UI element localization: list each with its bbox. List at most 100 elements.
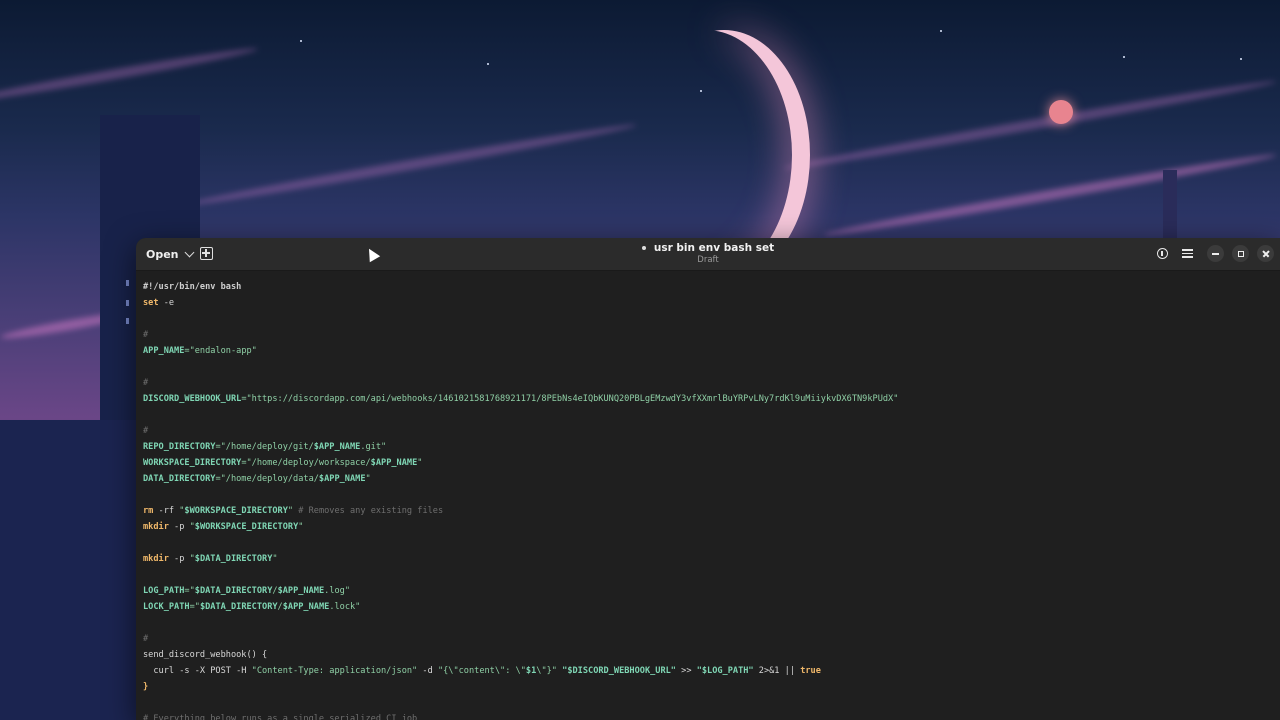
star	[700, 90, 702, 92]
code-token: ="endalon-app"	[184, 346, 257, 356]
minimize-button[interactable]	[1207, 245, 1224, 262]
code-line: curl -s -X POST -H "Content-Type: applic…	[143, 663, 1280, 679]
maximize-button[interactable]	[1232, 245, 1249, 262]
text-editor-window: Open usr bin env bash set Draft #!/usr/b…	[136, 238, 1280, 720]
code-token: LOG_PATH	[143, 586, 185, 596]
code-line: set -e	[143, 295, 1280, 311]
code-token: ="/home/deploy/data/	[215, 474, 319, 484]
code-token: $APP_NAME	[370, 458, 418, 468]
info-icon[interactable]	[1157, 248, 1168, 259]
code-token: "$DISCORD_WEBHOOK_URL"	[562, 666, 676, 676]
hamburger-menu-icon[interactable]	[1182, 249, 1193, 258]
building-light	[126, 280, 129, 286]
code-token: ="https://discordapp.com/api/webhooks/14…	[241, 394, 899, 404]
code-token: -p	[168, 554, 190, 564]
window-title-block: usr bin env bash set Draft	[136, 242, 1280, 265]
star	[1240, 58, 1242, 60]
code-token: ="/home/deploy/git/	[215, 442, 314, 452]
code-line: mkdir -p "$DATA_DIRECTORY"	[143, 551, 1280, 567]
code-token: .lock"	[329, 602, 361, 612]
code-token: $APP_NAME	[277, 586, 325, 596]
code-token: WORKSPACE_DIRECTORY	[143, 458, 242, 468]
code-line: send_discord_webhook() {	[143, 647, 1280, 663]
code-token: $APP_NAME	[282, 602, 330, 612]
code-token: "{\"content\": \"	[437, 666, 526, 676]
code-line: REPO_DIRECTORY="/home/deploy/git/$APP_NA…	[143, 439, 1280, 455]
code-token: #	[143, 426, 149, 436]
code-token: $DATA_DIRECTORY	[199, 602, 278, 612]
code-token: "	[365, 474, 371, 484]
code-token: set	[143, 298, 159, 308]
code-token: }	[143, 682, 149, 692]
code-line: mkdir -p "$WORKSPACE_DIRECTORY"	[143, 519, 1280, 535]
planet	[1049, 100, 1073, 124]
unsaved-dot-icon	[641, 246, 646, 250]
code-token: $DATA_DIRECTORY	[194, 586, 273, 596]
code-token: #	[143, 378, 149, 388]
close-button[interactable]	[1257, 245, 1274, 262]
code-line: #	[143, 375, 1280, 391]
code-token: # Everything below runs as a single seri…	[143, 714, 418, 720]
cloud-streak	[782, 76, 1278, 174]
code-line: WORKSPACE_DIRECTORY="/home/deploy/worksp…	[143, 455, 1280, 471]
code-token: $APP_NAME	[318, 474, 366, 484]
code-token: 2>&1 ||	[753, 666, 801, 676]
header-actions	[1157, 245, 1274, 262]
code-token: true	[800, 666, 821, 676]
code-line: #	[143, 327, 1280, 343]
code-token: mkdir	[143, 554, 169, 564]
star	[1123, 56, 1125, 58]
code-token: .git"	[360, 442, 387, 452]
code-token: -d	[417, 666, 438, 676]
code-token: ="/home/deploy/workspace/	[241, 458, 371, 468]
code-editor[interactable]: #!/usr/bin/env bash set -e # APP_NAME="enda…	[136, 271, 1280, 720]
code-token: \"}"	[536, 666, 557, 676]
code-token: curl -s -X POST -H	[143, 666, 252, 676]
cloud-streak	[182, 120, 638, 210]
building	[0, 420, 136, 720]
building-light	[126, 318, 129, 324]
code-token: #	[143, 330, 149, 340]
code-line: LOG_PATH="$DATA_DIRECTORY/$APP_NAME.log"	[143, 583, 1280, 599]
building-light	[126, 300, 129, 306]
code-token: "$LOG_PATH"	[696, 666, 754, 676]
code-line: APP_NAME="endalon-app"	[143, 343, 1280, 359]
code-line: # Everything below runs as a single seri…	[143, 711, 1280, 720]
code-line: DISCORD_WEBHOOK_URL="https://discordapp.…	[143, 391, 1280, 407]
code-token: $DATA_DIRECTORY	[194, 554, 273, 564]
header-bar: Open usr bin env bash set Draft	[136, 238, 1280, 271]
code-token: "	[298, 522, 304, 532]
code-token: REPO_DIRECTORY	[143, 442, 216, 452]
code-token: mkdir	[143, 522, 169, 532]
code-token: $WORKSPACE_DIRECTORY	[194, 522, 299, 532]
code-token: "Content-Type: application/json"	[251, 666, 418, 676]
code-token: >>	[675, 666, 697, 676]
code-token: LOCK_PATH	[143, 602, 190, 612]
code-token: DISCORD_WEBHOOK_URL	[143, 394, 242, 404]
code-token: -p	[168, 522, 190, 532]
cloud-streak	[0, 44, 259, 106]
code-token: APP_NAME	[143, 346, 185, 356]
code-line: #	[143, 423, 1280, 439]
code-token: send_discord_webhook() {	[143, 650, 268, 660]
code-token: $1	[525, 666, 537, 676]
spire	[1163, 170, 1177, 240]
code-line: #	[143, 631, 1280, 647]
star	[300, 40, 302, 42]
star	[940, 30, 942, 32]
code-line: }	[143, 679, 1280, 695]
code-token: ="	[184, 586, 195, 596]
code-token: -rf	[153, 506, 180, 516]
code-line: rm -rf "$WORKSPACE_DIRECTORY" # Removes …	[143, 503, 1280, 519]
code-line: LOCK_PATH="$DATA_DIRECTORY/$APP_NAME.loc…	[143, 599, 1280, 615]
code-token: rm	[143, 506, 154, 516]
code-line: DATA_DIRECTORY="/home/deploy/data/$APP_N…	[143, 471, 1280, 487]
star	[487, 63, 489, 65]
code-token: .log"	[324, 586, 351, 596]
